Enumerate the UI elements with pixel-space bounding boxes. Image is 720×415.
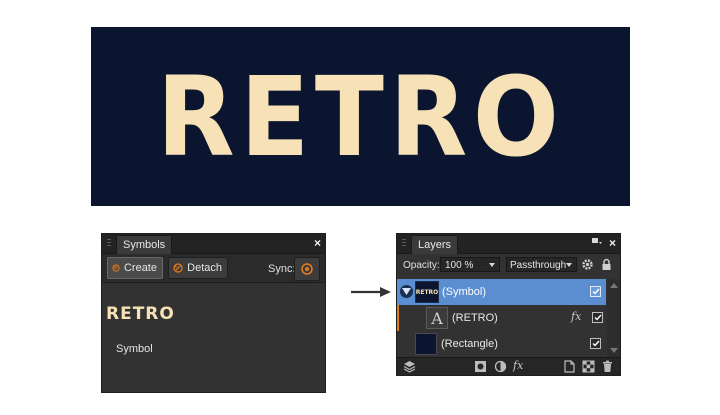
panel-menu-icon[interactable] xyxy=(592,238,602,246)
triangle-down-icon xyxy=(402,288,411,295)
new-layer-icon[interactable] xyxy=(563,360,576,373)
opacity-row: Opacity: 100 % Passthrough xyxy=(397,254,620,276)
gear-icon[interactable] xyxy=(581,258,594,271)
layer-thumbnail: RETRO xyxy=(415,281,439,303)
layer-row-text[interactable]: A (RETRO) fx xyxy=(397,305,606,331)
detach-symbol-icon xyxy=(173,263,183,273)
close-icon[interactable]: × xyxy=(609,236,616,250)
detach-button[interactable]: Detach xyxy=(168,257,228,279)
blend-mode-value: Passthrough xyxy=(510,260,567,271)
symbol-name[interactable]: Symbol xyxy=(116,343,153,355)
layer-name[interactable]: (Rectangle) xyxy=(441,338,498,350)
lock-icon[interactable] xyxy=(601,258,612,271)
arrow-right-icon xyxy=(351,287,391,297)
sync-label: Sync: xyxy=(268,263,296,275)
effects-fx-icon[interactable]: fx xyxy=(513,359,523,372)
grip-handle-icon[interactable] xyxy=(107,239,111,248)
layers-tabbar: Layers × xyxy=(397,234,620,254)
new-pixel-layer-icon[interactable] xyxy=(582,360,595,373)
chevron-down-icon xyxy=(566,263,572,267)
close-icon[interactable]: × xyxy=(314,236,321,250)
opacity-value: 100 % xyxy=(445,260,474,271)
detach-label: Detach xyxy=(187,262,222,274)
visibility-checkbox[interactable] xyxy=(590,338,601,349)
create-symbol-icon xyxy=(112,264,120,272)
create-label: Create xyxy=(123,262,157,274)
opacity-field[interactable]: 100 % xyxy=(440,257,500,272)
create-button[interactable]: Create xyxy=(107,257,163,279)
checkmark-icon xyxy=(592,340,600,347)
symbols-tabbar: Symbols × xyxy=(102,234,325,254)
tab-symbols[interactable]: Symbols xyxy=(116,235,173,254)
expand-toggle[interactable] xyxy=(400,285,413,298)
layers-scrollbar[interactable] xyxy=(607,279,620,357)
layer-stack-icon[interactable] xyxy=(403,360,416,373)
tab-layers[interactable]: Layers xyxy=(411,235,459,254)
chevron-down-icon xyxy=(489,263,495,267)
grip-handle-icon[interactable] xyxy=(402,239,406,248)
rectangle-thumbnail xyxy=(415,333,437,355)
checkmark-icon xyxy=(594,314,602,321)
visibility-checkbox[interactable] xyxy=(592,312,603,323)
symbols-panel: Symbols × Create Detach Sync: RETRO Symb… xyxy=(101,233,326,393)
symbol-preview[interactable]: RETRO xyxy=(106,304,175,324)
checkmark-icon xyxy=(592,288,600,295)
layers-panel: Layers × Opacity: 100 % Passthrough RETR… xyxy=(396,233,621,376)
sync-toggle-button[interactable] xyxy=(294,257,320,281)
symbols-toolbar: Create Detach Sync: xyxy=(102,254,325,283)
scroll-down-icon[interactable] xyxy=(610,348,618,353)
layer-name[interactable]: (Symbol) xyxy=(442,286,486,298)
retro-banner: RETRO xyxy=(91,27,630,206)
layers-footer-toolbar: fx xyxy=(397,357,620,375)
layer-row-rectangle[interactable]: (Rectangle) xyxy=(397,331,606,357)
trash-icon[interactable] xyxy=(601,360,614,373)
sync-icon xyxy=(301,263,313,275)
banner-text: RETRO xyxy=(156,52,565,181)
adjustment-icon[interactable] xyxy=(494,360,507,373)
scroll-up-icon[interactable] xyxy=(610,283,618,288)
layer-row-symbol[interactable]: RETRO (Symbol) xyxy=(397,279,606,305)
visibility-checkbox[interactable] xyxy=(590,286,601,297)
opacity-label: Opacity: xyxy=(403,260,440,271)
mask-icon[interactable] xyxy=(474,360,487,373)
layer-name[interactable]: (RETRO) xyxy=(452,312,498,324)
blend-mode-select[interactable]: Passthrough xyxy=(506,257,577,272)
fx-icon[interactable]: fx xyxy=(571,310,581,323)
text-layer-icon: A xyxy=(426,307,448,329)
